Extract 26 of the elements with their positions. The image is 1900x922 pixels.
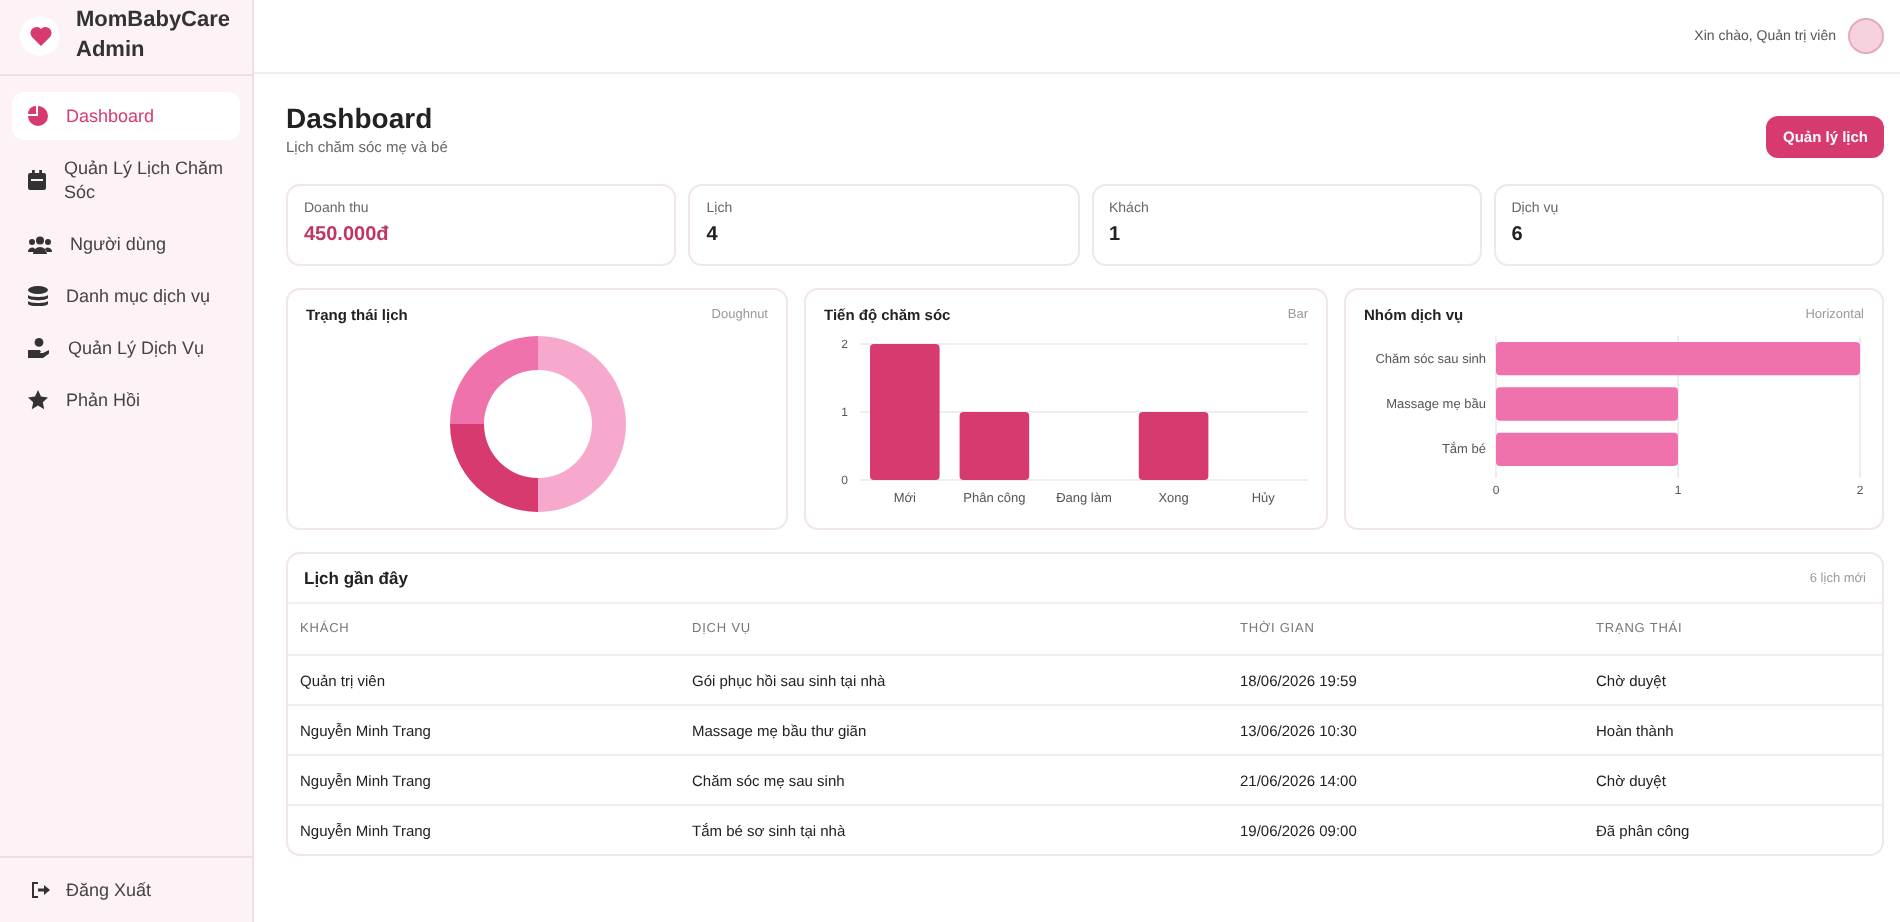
stat-value: 1 [1109,224,1123,246]
sidebar-item[interactable]: Danh mục dịch vụ [12,272,240,320]
chart-bar [870,344,940,480]
stat-value: 450.000đ [304,224,391,246]
page-title: Dashboard [286,102,435,136]
layers-icon [28,286,48,306]
sidebar-item[interactable]: Quản Lý Dịch Vụ [12,324,240,372]
sidebar-item[interactable]: Quản Lý Lịch Chăm Sóc [12,144,240,216]
logout-icon [32,882,50,898]
logout-link[interactable]: Đăng Xuất [66,880,152,900]
brand-name: MomBabyCare Admin [76,5,233,65]
section-title: Lịch gần đây [304,568,408,588]
avatar-icon[interactable] [1848,18,1884,54]
sidebar-item[interactable]: Người dùng [12,220,240,268]
sidebar-item[interactable]: Phản Hồi [12,376,240,424]
star-icon [28,390,48,410]
calendar-icon [28,170,46,190]
heart-icon [29,25,51,45]
chart-bar [1138,412,1209,480]
sidebar-item[interactable]: Dashboard [12,92,240,140]
stat-value: 4 [706,224,720,246]
stat-value: 6 [1511,224,1525,246]
chart-bar [959,412,1030,480]
pie-chart-icon [28,106,48,126]
users-icon [28,235,52,253]
person-hand-icon [28,338,50,358]
